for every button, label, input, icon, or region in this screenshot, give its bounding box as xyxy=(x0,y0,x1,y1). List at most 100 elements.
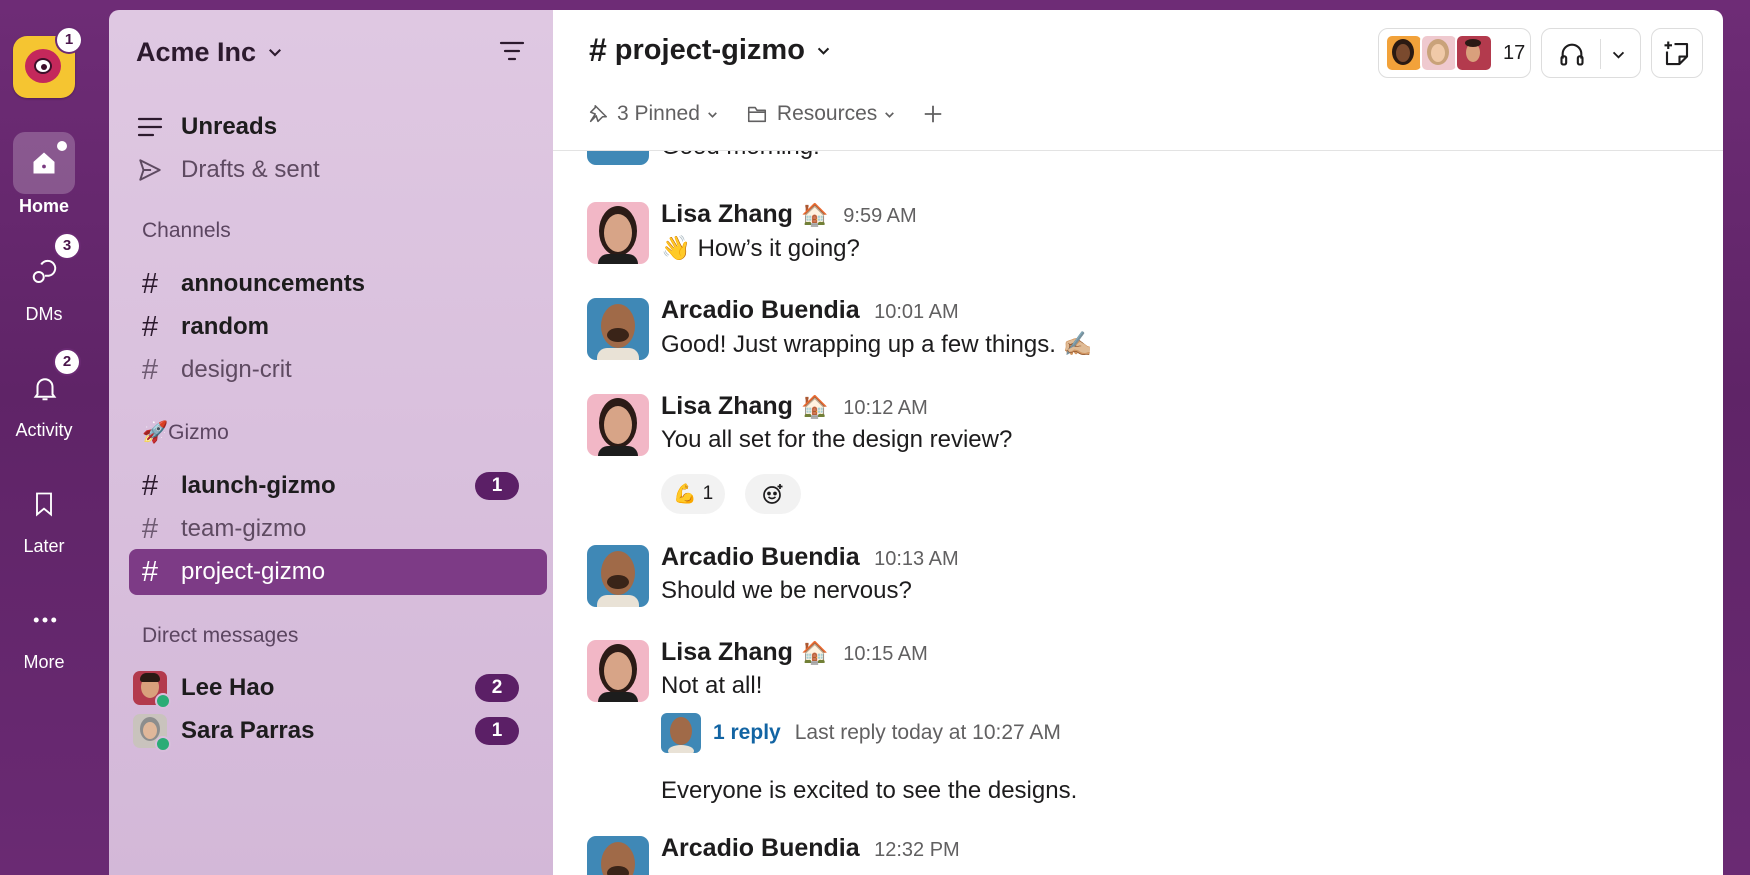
message-author[interactable]: Lisa Zhang xyxy=(661,638,793,666)
message-time[interactable]: 9:59 AM xyxy=(843,205,916,227)
sidebar-item-launch-gizmo[interactable]: # launch-gizmo 1 xyxy=(129,463,547,509)
avatar[interactable] xyxy=(587,202,649,264)
send-icon xyxy=(139,159,161,181)
sidebar-item-random[interactable]: # random xyxy=(129,304,547,350)
sidebar-item-drafts[interactable]: Drafts & sent xyxy=(129,147,547,193)
filter-icon[interactable] xyxy=(499,40,525,62)
rail-more[interactable]: More xyxy=(0,588,88,673)
message-text: Not at all! xyxy=(661,672,763,699)
reaction-pill[interactable]: 💪 1 xyxy=(661,474,726,514)
unread-count-badge: 1 xyxy=(475,717,519,745)
rail-later-label: Later xyxy=(23,536,65,556)
sidebar-item-label: project-gizmo xyxy=(181,558,326,585)
avatar xyxy=(1420,34,1458,72)
rail-activity-label: Activity xyxy=(15,420,73,440)
channel-header: # project-gizmo 17 3 Pinned Resources xyxy=(553,10,1723,151)
home-icon xyxy=(33,152,55,174)
status-emoji: 🏠 xyxy=(801,202,829,227)
message-time[interactable]: 10:13 AM xyxy=(874,548,959,570)
add-bookmark-icon[interactable] xyxy=(922,103,944,125)
sidebar-item-label: Unreads xyxy=(181,113,278,140)
avatar xyxy=(661,713,701,753)
avatar[interactable] xyxy=(587,545,649,607)
sidebar-item-project-gizmo[interactable]: # project-gizmo xyxy=(129,549,547,595)
status-emoji: 🏠 xyxy=(801,640,829,665)
workspace-name: Acme Inc xyxy=(136,36,257,67)
sidebar-item-announcements[interactable]: # announcements xyxy=(129,261,547,307)
pinned-bookmark[interactable]: 3 Pinned xyxy=(587,102,719,126)
hash-icon: # xyxy=(141,310,159,343)
message-author[interactable]: Arcadio Buendia xyxy=(661,834,860,862)
dms-badge: 3 xyxy=(55,234,79,258)
rail-activity[interactable]: 2 Activity xyxy=(0,350,88,441)
resources-folder[interactable]: Resources xyxy=(745,102,896,126)
avatar xyxy=(133,671,171,709)
members-button[interactable]: 17 xyxy=(1378,28,1531,78)
workspace-menu[interactable]: Acme Inc xyxy=(136,32,284,72)
message-author[interactable]: Arcadio Buendia xyxy=(661,296,860,324)
resources-label: Resources xyxy=(776,102,878,125)
channel-view: # project-gizmo 17 3 Pinned Resources Li… xyxy=(553,10,1723,875)
message-author[interactable]: Arcadio Buendia xyxy=(661,543,860,571)
rail-home[interactable]: Home xyxy=(0,132,88,217)
thread-reply-count[interactable]: 1 reply xyxy=(713,721,781,745)
channel-title-button[interactable]: # project-gizmo xyxy=(589,32,832,69)
huddle-button[interactable] xyxy=(1541,28,1641,78)
sidebar-item-unreads[interactable]: Unreads xyxy=(129,104,547,150)
message-text: Good! Just wrapping up a few things. xyxy=(661,331,1056,358)
sidebar-item-label: design-crit xyxy=(181,356,292,383)
message-author[interactable]: Lisa Zhang xyxy=(661,392,793,420)
chevron-down-icon xyxy=(708,111,717,118)
message-time[interactable]: 12:32 PM xyxy=(874,839,960,861)
message-time[interactable]: 10:12 AM xyxy=(843,397,928,419)
avatar xyxy=(133,714,171,752)
chevron-down-icon xyxy=(817,47,830,55)
avatar xyxy=(587,151,649,165)
message-author[interactable]: Lisa Zhang xyxy=(661,200,793,228)
sidebar-item-label: team-gizmo xyxy=(181,515,307,542)
bell-icon xyxy=(33,378,57,401)
canvas-button[interactable] xyxy=(1651,28,1703,78)
writing-hand-emoji: ✍🏼 xyxy=(1062,331,1093,358)
status-emoji: 🏠 xyxy=(801,394,829,419)
reaction-count: 1 xyxy=(702,483,714,504)
sidebar-item-sara-parras[interactable]: Sara Parras 1 xyxy=(129,708,547,754)
hash-icon: # xyxy=(141,512,159,545)
workspace-rail: 1 Home 3 DMs 2 Activity Later More xyxy=(0,0,110,875)
add-reaction-button[interactable] xyxy=(745,474,801,514)
avatar[interactable] xyxy=(587,394,649,456)
rail-home-label: Home xyxy=(18,196,69,216)
unread-count-badge: 1 xyxy=(475,472,519,500)
section-gizmo[interactable]: 🚀Gizmo xyxy=(142,421,229,445)
chevron-down-icon[interactable] xyxy=(1610,46,1627,63)
thread-summary[interactable]: 1 reply Last reply today at 10:27 AM xyxy=(661,713,1061,753)
rail-dms[interactable]: 3 DMs xyxy=(0,234,88,325)
sidebar-item-label: Drafts & sent xyxy=(181,156,320,183)
sidebar-item-lee-hao[interactable]: Lee Hao 2 xyxy=(129,665,547,711)
rail-more-label: More xyxy=(23,652,65,672)
message-text: Good morning! xyxy=(661,151,820,161)
section-channels[interactable]: Channels xyxy=(142,219,231,243)
message-time[interactable]: 10:15 AM xyxy=(843,643,928,665)
message-time[interactable]: 10:01 AM xyxy=(874,301,959,323)
avatar[interactable] xyxy=(587,836,649,875)
unread-count-badge: 2 xyxy=(475,674,519,702)
sidebar-item-design-crit[interactable]: # design-crit xyxy=(129,347,547,393)
sidebar-item-label: announcements xyxy=(181,270,366,297)
rail-later[interactable]: Later xyxy=(0,472,88,557)
bookmark-icon xyxy=(36,492,52,517)
section-direct-messages[interactable]: Direct messages xyxy=(142,624,298,648)
add-reaction-icon xyxy=(763,484,783,504)
hash-icon: # xyxy=(141,469,159,502)
sidebar-item-team-gizmo[interactable]: # team-gizmo xyxy=(129,506,547,552)
chevron-down-icon xyxy=(885,111,895,118)
new-canvas-icon xyxy=(1664,41,1689,66)
headphones-icon xyxy=(1560,43,1584,66)
message-text: How’s it going? xyxy=(697,235,860,262)
activity-badge: 2 xyxy=(55,350,79,374)
workspace-logo[interactable]: 1 xyxy=(13,28,81,98)
message-text: You all set for the design review? xyxy=(661,426,1013,453)
avatar[interactable] xyxy=(587,298,649,360)
avatar[interactable] xyxy=(587,640,649,702)
channel-name: project-gizmo xyxy=(614,34,805,66)
